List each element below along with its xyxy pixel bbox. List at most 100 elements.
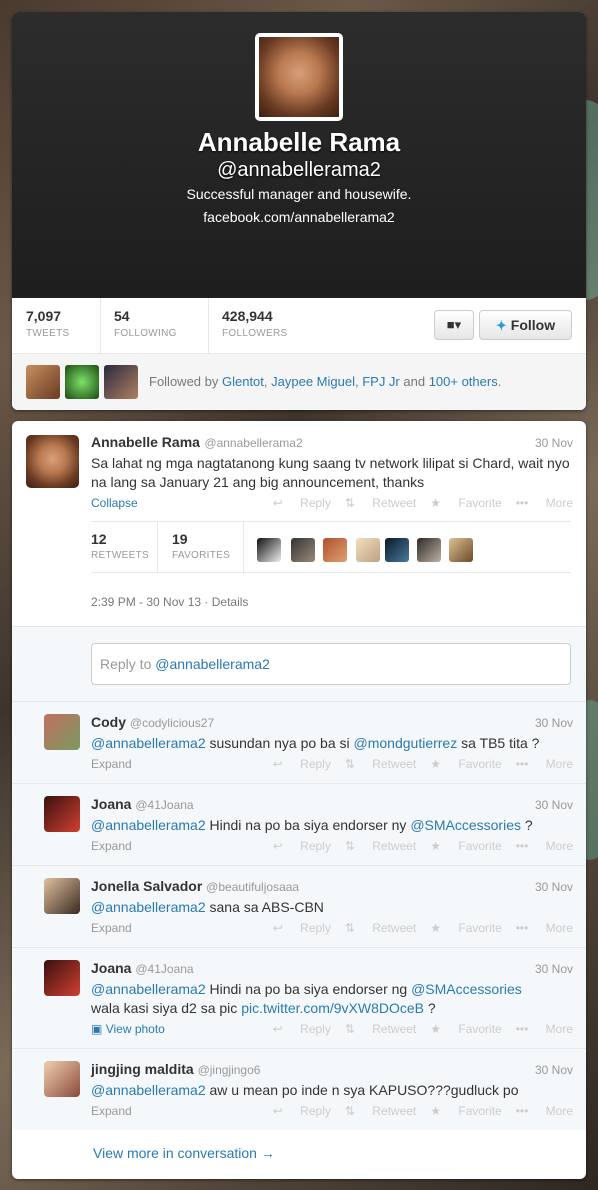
favoriter-avatar[interactable] bbox=[257, 538, 281, 562]
mention-link[interactable]: @annabellerama2 bbox=[91, 899, 206, 915]
favorites-stat[interactable]: 19 FAVORITES bbox=[172, 531, 230, 561]
profile-header: Annabelle Rama @annabellerama2 Successfu… bbox=[12, 12, 586, 298]
reply-action[interactable]: ↩ Reply bbox=[273, 757, 331, 771]
pic-link[interactable]: pic.twitter.com/9vXW8DOceB bbox=[241, 1000, 424, 1016]
favorite-action[interactable]: ★ Favorite bbox=[430, 921, 501, 935]
tweet-header: Annabelle Rama @annabellerama2 bbox=[91, 434, 303, 452]
follower-avatar[interactable] bbox=[26, 365, 60, 399]
reply-action[interactable]: ↩ Reply bbox=[273, 1022, 331, 1036]
mention-link[interactable]: @annabellerama2 bbox=[91, 1082, 206, 1098]
follower-avatar[interactable] bbox=[65, 365, 99, 399]
favorite-action[interactable]: ★ Favorite bbox=[430, 839, 501, 853]
favoriter-avatar[interactable] bbox=[385, 538, 409, 562]
favoriter-avatar[interactable] bbox=[323, 538, 347, 562]
favorite-label: Favorite bbox=[458, 921, 502, 935]
favoriter-avatar[interactable] bbox=[449, 538, 473, 562]
retweet-label: Retweet bbox=[372, 839, 417, 853]
reply-timestamp[interactable]: 30 Nov bbox=[535, 1063, 573, 1077]
retweets-stat[interactable]: 12 RETWEETS bbox=[91, 531, 149, 561]
retweet-action[interactable]: ⇅ Retweet bbox=[345, 839, 416, 853]
reply-tweet: Jonella Salvador @beautifuljosaaa 30 Nov… bbox=[12, 865, 586, 947]
tweet-author-handle[interactable]: @annabellerama2 bbox=[204, 436, 302, 450]
retweet-action[interactable]: ⇅ Retweet bbox=[345, 1022, 416, 1036]
stat-following[interactable]: 54 FOLLOWING bbox=[114, 308, 177, 339]
profile-avatar[interactable] bbox=[255, 33, 343, 121]
stat-followers-label: FOLLOWERS bbox=[222, 328, 288, 339]
more-action[interactable]: ••• More bbox=[516, 1104, 573, 1118]
retweet-action[interactable]: ⇅ Retweet bbox=[345, 1104, 416, 1118]
retweet-action[interactable]: ⇅ Retweet bbox=[345, 921, 416, 935]
follow-button[interactable]: ✦ Follow bbox=[479, 310, 572, 340]
favoriter-avatar[interactable] bbox=[417, 538, 441, 562]
mention-link[interactable]: @annabellerama2 bbox=[91, 981, 206, 997]
favorite-action[interactable]: ★ Favorite bbox=[430, 1104, 501, 1118]
reply-avatar[interactable] bbox=[44, 1061, 80, 1097]
reply-author-handle[interactable]: @41Joana bbox=[135, 798, 193, 812]
reply-avatar[interactable] bbox=[44, 960, 80, 996]
reply-input[interactable]: Reply to @annabellerama2 bbox=[91, 643, 571, 685]
favoriter-avatar[interactable] bbox=[291, 538, 315, 562]
reply-author-handle[interactable]: @codylicious27 bbox=[130, 716, 214, 730]
reply-author-name[interactable]: Cody bbox=[91, 714, 126, 730]
more-action[interactable]: ••• More bbox=[516, 1022, 573, 1036]
reply-action[interactable]: ↩ Reply bbox=[273, 1104, 331, 1118]
mention-link[interactable]: @annabellerama2 bbox=[91, 735, 206, 751]
reply-author-name[interactable]: Joana bbox=[91, 796, 131, 812]
profile-stats: 7,097 TWEETS 54 FOLLOWING 428,944 FOLLOW… bbox=[12, 298, 586, 354]
retweet-action[interactable]: ⇅ Retweet bbox=[345, 757, 416, 771]
details-link[interactable]: Details bbox=[212, 595, 249, 609]
reply-timestamp[interactable]: 30 Nov bbox=[535, 880, 573, 894]
reply-author-name[interactable]: jingjing maldita bbox=[91, 1061, 194, 1077]
reply-timestamp[interactable]: 30 Nov bbox=[535, 962, 573, 976]
more-action[interactable]: ••• More bbox=[516, 496, 573, 510]
follower-link[interactable]: Jaypee Miguel bbox=[271, 374, 355, 389]
follower-link[interactable]: FPJ Jr bbox=[362, 374, 400, 389]
tweet-avatar[interactable] bbox=[26, 435, 79, 488]
reply-avatar[interactable] bbox=[44, 714, 80, 750]
follower-link[interactable]: Glentot bbox=[222, 374, 264, 389]
retweet-action[interactable]: ⇅ Retweet bbox=[345, 496, 416, 510]
mention-link[interactable]: @annabellerama2 bbox=[91, 817, 206, 833]
reply-author-name[interactable]: Joana bbox=[91, 960, 131, 976]
expand-link[interactable]: Expand bbox=[91, 757, 132, 771]
user-actions-button[interactable]: ■▾ bbox=[434, 310, 474, 340]
follower-avatar[interactable] bbox=[104, 365, 138, 399]
reply-avatar[interactable] bbox=[44, 796, 80, 832]
tweet-author-name[interactable]: Annabelle Rama bbox=[91, 434, 200, 450]
reply-action[interactable]: ↩ Reply bbox=[273, 839, 331, 853]
reply-area: Reply to @annabellerama2 bbox=[12, 626, 586, 701]
expand-link[interactable]: Expand bbox=[91, 921, 132, 935]
expand-link[interactable]: Expand bbox=[91, 839, 132, 853]
reply-avatar[interactable] bbox=[44, 878, 80, 914]
view-more-link[interactable]: View more in conversation → bbox=[93, 1145, 275, 1161]
mention-link[interactable]: @SMAccessories bbox=[410, 817, 521, 833]
collapse-link[interactable]: Collapse bbox=[91, 496, 138, 510]
tweet-timestamp[interactable]: 30 Nov bbox=[535, 436, 573, 450]
mention-link[interactable]: @SMAccessories bbox=[411, 981, 522, 997]
reply-author-handle[interactable]: @41Joana bbox=[135, 962, 193, 976]
reply-author-handle[interactable]: @jingjingo6 bbox=[198, 1063, 261, 1077]
favorite-action[interactable]: ★ Favorite bbox=[430, 496, 501, 510]
favorites-label: FAVORITES bbox=[172, 550, 231, 561]
reply-timestamp[interactable]: 30 Nov bbox=[535, 716, 573, 730]
stat-tweets[interactable]: 7,097 TWEETS bbox=[26, 308, 69, 339]
others-link[interactable]: 100+ others bbox=[429, 374, 498, 389]
view-photo-link[interactable]: ▣ View photo bbox=[91, 1022, 165, 1036]
profile-url-link[interactable]: facebook.com/annabellerama2 bbox=[12, 209, 586, 225]
reply-author-name[interactable]: Jonella Salvador bbox=[91, 878, 202, 894]
favorite-action[interactable]: ★ Favorite bbox=[430, 1022, 501, 1036]
mention-link[interactable]: @mondgutierrez bbox=[354, 735, 458, 751]
expand-link[interactable]: Expand bbox=[91, 1104, 132, 1118]
favorite-action[interactable]: ★ Favorite bbox=[430, 757, 501, 771]
engagement-divider bbox=[157, 522, 158, 574]
more-action[interactable]: ••• More bbox=[516, 839, 573, 853]
reply-action[interactable]: ↩ Reply bbox=[273, 921, 331, 935]
reply-timestamp[interactable]: 30 Nov bbox=[535, 798, 573, 812]
stat-followers[interactable]: 428,944 FOLLOWERS bbox=[222, 308, 288, 339]
more-action[interactable]: ••• More bbox=[516, 757, 573, 771]
reply-author-handle[interactable]: @beautifuljosaaa bbox=[206, 880, 299, 894]
more-action[interactable]: ••• More bbox=[516, 921, 573, 935]
favorite-label: Favorite bbox=[458, 1104, 502, 1118]
favoriter-avatar[interactable] bbox=[356, 538, 380, 562]
reply-action[interactable]: ↩ Reply bbox=[273, 496, 331, 510]
